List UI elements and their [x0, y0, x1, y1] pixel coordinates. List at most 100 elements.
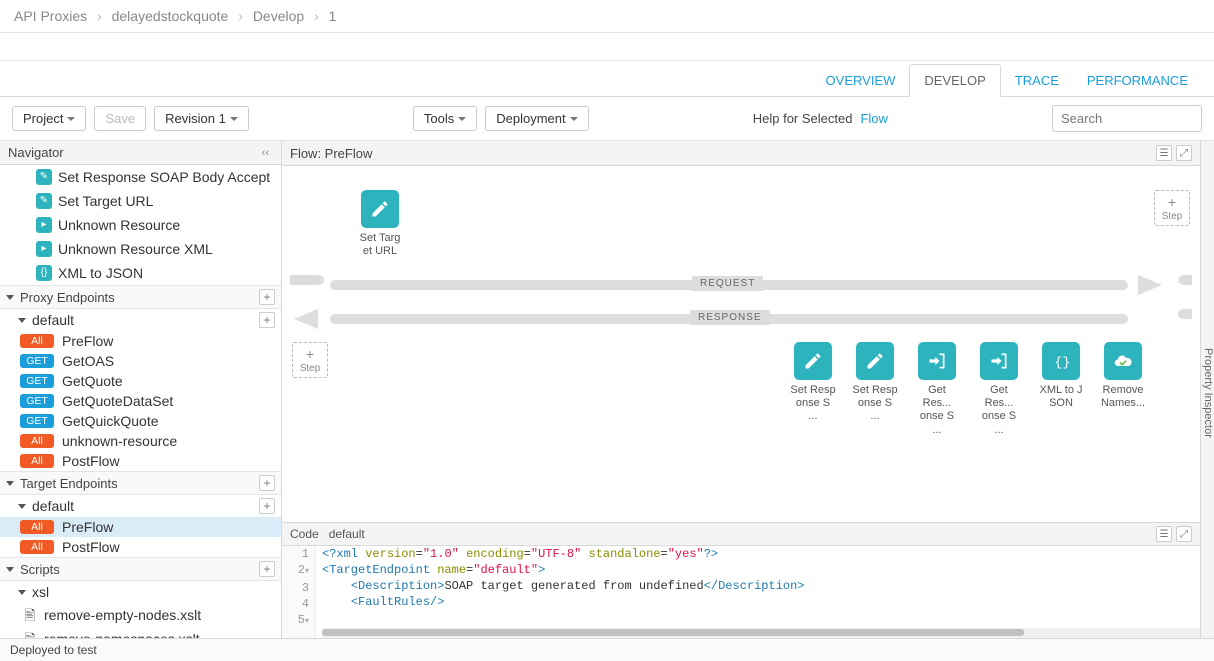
revision-dropdown[interactable]: Revision 1: [154, 106, 249, 131]
caret-icon: [230, 117, 238, 121]
proxy-flow[interactable]: Allunknown-resource: [0, 431, 281, 451]
chevron-down-icon: [6, 567, 14, 572]
response-policy[interactable]: {} XML to J SON: [1038, 342, 1084, 437]
tab-overview[interactable]: OVERVIEW: [812, 65, 910, 96]
horizontal-scrollbar[interactable]: [322, 628, 1200, 638]
tab-trace[interactable]: TRACE: [1001, 65, 1073, 96]
chevron-down-icon: [6, 295, 14, 300]
chevron-down-icon: [18, 590, 26, 595]
xsl-folder[interactable]: xsl: [0, 581, 281, 603]
cloud-check-icon: [1104, 342, 1142, 380]
add-proxy-endpoint[interactable]: +: [259, 289, 275, 305]
caret-icon: [458, 117, 466, 121]
response-policy[interactable]: Remove Names...: [1100, 342, 1146, 437]
file-icon: 🖹: [22, 607, 38, 623]
main-area: Navigator ‹‹ ✎Set Response SOAP Body Acc…: [0, 141, 1214, 638]
braces-icon: {}: [36, 265, 52, 281]
center-panel: Flow: PreFlow ☰ ⤢ Set Targ et URL + Step…: [282, 141, 1200, 638]
file-icon: 🖹: [22, 631, 38, 638]
navigator-header: Navigator ‹‹: [0, 141, 281, 165]
response-policy[interactable]: Set Resp onse S ...: [852, 342, 898, 437]
add-script[interactable]: +: [259, 561, 275, 577]
arrow-icon: [980, 342, 1018, 380]
search-input[interactable]: [1052, 105, 1202, 132]
policy-item[interactable]: ▸Unknown Resource: [0, 213, 281, 237]
crumb-3[interactable]: 1: [329, 8, 337, 24]
add-target-endpoint[interactable]: +: [259, 475, 275, 491]
response-policy[interactable]: Get Res... onse S ...: [976, 342, 1022, 437]
expand-icon[interactable]: ⤢: [1176, 526, 1192, 542]
arrow-icon: [918, 342, 956, 380]
target-flow[interactable]: AllPreFlow: [0, 517, 281, 537]
policy-item[interactable]: ▸Unknown Resource XML: [0, 237, 281, 261]
flow-canvas: Set Targ et URL + Step REQUEST RESPONSE …: [282, 166, 1200, 522]
view-toggle-icon[interactable]: ☰: [1156, 526, 1172, 542]
proxy-flow[interactable]: GETGetQuote: [0, 371, 281, 391]
tools-dropdown[interactable]: Tools: [413, 106, 477, 131]
target-flow[interactable]: AllPostFlow: [0, 537, 281, 557]
target-endpoints-section[interactable]: Target Endpoints +: [0, 471, 281, 495]
pencil-icon: ✎: [36, 169, 52, 185]
arrow-right-icon: [1138, 275, 1162, 295]
crumb-2[interactable]: Develop: [253, 8, 304, 24]
chevron-down-icon: [18, 504, 26, 509]
add-response-step[interactable]: + Step: [292, 342, 328, 378]
svg-text:{}: {}: [1054, 356, 1070, 371]
add-request-step[interactable]: + Step: [1154, 190, 1190, 226]
project-dropdown[interactable]: Project: [12, 106, 86, 131]
chevron-down-icon: [18, 318, 26, 323]
view-toggle-icon[interactable]: ☰: [1156, 145, 1172, 161]
proxy-default[interactable]: default +: [0, 309, 281, 331]
expand-icon[interactable]: ⤢: [1176, 145, 1192, 161]
alert-icon: ▸: [36, 241, 52, 257]
proxy-flow[interactable]: AllPostFlow: [0, 451, 281, 471]
navigator-body: ✎Set Response SOAP Body Accept ✎Set Targ…: [0, 165, 281, 638]
request-policy[interactable]: Set Targ et URL: [352, 190, 408, 258]
code-editor[interactable]: 12▾345▾ <?xml version="1.0" encoding="UT…: [282, 546, 1200, 638]
caret-icon: [67, 117, 75, 121]
add-proxy-flow[interactable]: +: [259, 312, 275, 328]
plus-icon: +: [306, 346, 314, 362]
property-inspector[interactable]: Property Inspector: [1200, 141, 1214, 638]
response-policy[interactable]: Get Res... onse S ...: [914, 342, 960, 437]
flow-header: Flow: PreFlow ☰ ⤢: [282, 141, 1200, 166]
request-label: REQUEST: [692, 276, 763, 291]
chevron-down-icon: [6, 481, 14, 486]
scripts-section[interactable]: Scripts +: [0, 557, 281, 581]
arrow-left-icon: [294, 309, 318, 329]
code-title: Code: [290, 527, 319, 541]
toolbar: Project Save Revision 1 Tools Deployment…: [0, 97, 1214, 141]
proxy-flow[interactable]: GETGetQuoteDataSet: [0, 391, 281, 411]
pencil-icon: [361, 190, 399, 228]
pencil-icon: ✎: [36, 193, 52, 209]
script-file[interactable]: 🖹remove-empty-nodes.xslt: [0, 603, 281, 627]
tab-develop[interactable]: DEVELOP: [909, 64, 1000, 97]
code-panel: Code default ☰ ⤢ 12▾345▾ <?xml version="…: [282, 522, 1200, 638]
breadcrumb: API Proxies › delayedstockquote › Develo…: [0, 0, 1214, 33]
caret-icon: [570, 117, 578, 121]
proxy-flow[interactable]: AllPreFlow: [0, 331, 281, 351]
proxy-flow[interactable]: GETGetQuickQuote: [0, 411, 281, 431]
collapse-navigator[interactable]: ‹‹: [258, 147, 273, 159]
policy-item[interactable]: ✎Set Target URL: [0, 189, 281, 213]
pencil-icon: [856, 342, 894, 380]
add-target-flow[interactable]: +: [259, 498, 275, 514]
alert-icon: ▸: [36, 217, 52, 233]
flow-link[interactable]: Flow: [860, 111, 887, 126]
crumb-0[interactable]: API Proxies: [14, 8, 87, 24]
navigator-panel: Navigator ‹‹ ✎Set Response SOAP Body Acc…: [0, 141, 282, 638]
script-file[interactable]: 🖹remove-namespaces.xslt: [0, 627, 281, 638]
target-default[interactable]: default +: [0, 495, 281, 517]
policy-item[interactable]: ✎Set Response SOAP Body Accept: [0, 165, 281, 189]
braces-icon: {}: [1042, 342, 1080, 380]
status-bar: Deployed to test: [0, 638, 1214, 661]
proxy-endpoints-section[interactable]: Proxy Endpoints +: [0, 285, 281, 309]
deployment-dropdown[interactable]: Deployment: [485, 106, 588, 131]
proxy-flow[interactable]: GETGetOAS: [0, 351, 281, 371]
save-button[interactable]: Save: [94, 106, 146, 131]
tab-performance[interactable]: PERFORMANCE: [1073, 65, 1202, 96]
crumb-1[interactable]: delayedstockquote: [112, 8, 229, 24]
policy-item[interactable]: {}XML to JSON: [0, 261, 281, 285]
code-file: default: [329, 527, 365, 541]
response-policy[interactable]: Set Resp onse S ...: [790, 342, 836, 437]
